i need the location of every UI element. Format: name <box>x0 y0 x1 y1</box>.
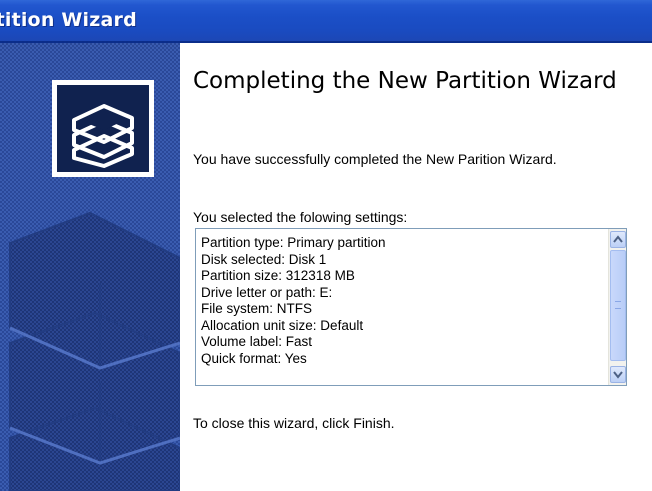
success-message: You have successfully completed the New … <box>193 151 557 167</box>
window-title: rtition Wizard <box>0 9 137 31</box>
setting-allocation-unit-size: Allocation unit size: Default <box>201 317 364 333</box>
settings-summary-box[interactable]: Partition type: Primary partition Disk s… <box>195 228 627 386</box>
wizard-sidebar-banner <box>0 43 180 491</box>
settings-list: Partition type: Primary partition Disk s… <box>201 235 601 367</box>
scroll-down-button[interactable] <box>610 366 626 383</box>
arrow-up-icon <box>613 235 623 243</box>
partition-wizard-window: rtition Wizard Completing the New Partit… <box>0 0 652 491</box>
wizard-content: Completing the New Partition Wizard You … <box>180 43 652 491</box>
setting-partition-type: Partition type: Primary partition <box>201 235 386 250</box>
page-title: Completing the New Partition Wizard <box>193 68 617 94</box>
title-bar[interactable]: rtition Wizard <box>0 0 652 43</box>
scrollbar-thumb[interactable] <box>610 250 626 361</box>
close-instructions: To close this wizard, click Finish. <box>193 415 395 431</box>
setting-volume-label: Volume label: Fast <box>201 334 313 349</box>
setting-partition-size: Partition size: 312318 MB <box>201 268 355 283</box>
arrow-down-icon <box>613 371 623 379</box>
settings-scrollbar[interactable] <box>608 229 626 385</box>
setting-drive-letter: Drive letter or path: E: <box>201 284 333 300</box>
setting-disk-selected: Disk selected: Disk 1 <box>201 251 327 267</box>
scrollbar-grip <box>615 301 621 309</box>
scroll-up-button[interactable] <box>610 231 626 248</box>
settings-label: You selected the folowing settings: <box>193 209 408 225</box>
disk-stack-icon <box>52 80 154 177</box>
setting-quick-format: Quick format: Yes <box>201 350 307 366</box>
setting-file-system: File system: NTFS <box>201 301 313 316</box>
